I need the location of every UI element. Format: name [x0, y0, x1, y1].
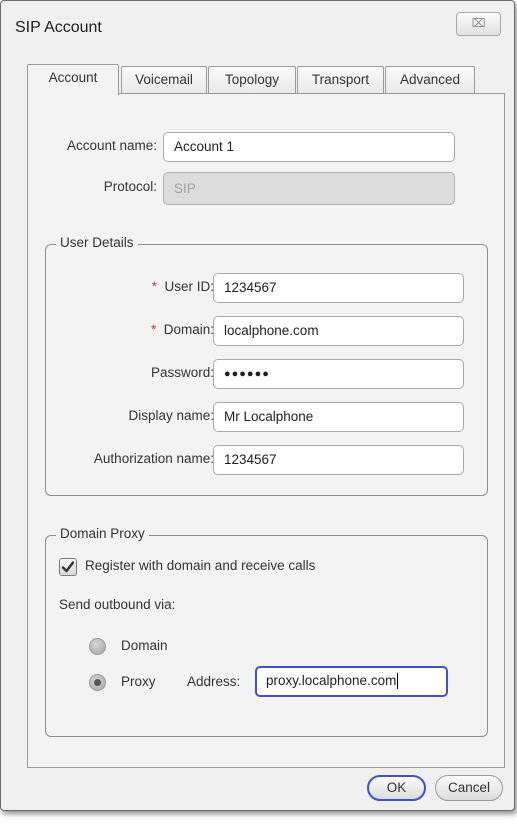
radio-domain-label: Domain: [121, 638, 168, 653]
domain-proxy-group: Domain Proxy Register with domain and re…: [45, 526, 488, 737]
domain-label: * Domain:: [151, 322, 214, 337]
checkmark-icon: [61, 561, 75, 573]
cancel-button[interactable]: Cancel: [435, 775, 503, 801]
ok-button[interactable]: OK: [367, 775, 426, 801]
authorization-name-input[interactable]: 1234567: [213, 445, 464, 475]
protocol-label: Protocol:: [103, 179, 157, 194]
window-title: SIP Account: [15, 19, 102, 36]
password-label: Password:: [150, 365, 214, 380]
user-id-label: * User ID:: [152, 279, 214, 294]
domain-input[interactable]: localphone.com: [213, 316, 464, 346]
domain-label-text: Domain:: [163, 322, 214, 337]
tab-topology[interactable]: Topology: [208, 66, 296, 93]
user-details-legend: User Details: [56, 235, 138, 250]
send-outbound-label: Send outbound via:: [59, 597, 176, 612]
tab-advanced[interactable]: Advanced: [385, 66, 475, 93]
proxy-address-input[interactable]: proxy.localphone.com: [255, 666, 448, 697]
radio-domain[interactable]: [89, 638, 106, 655]
register-label: Register with domain and receive calls: [85, 558, 316, 573]
protocol-field: SIP: [163, 172, 455, 205]
tab-voicemail[interactable]: Voicemail: [121, 66, 207, 93]
radio-selected-dot: [94, 679, 101, 686]
user-details-group: User Details * User ID: 1234567 * Domain…: [45, 235, 488, 496]
proxy-address-value: proxy.localphone.com: [266, 673, 397, 688]
sip-account-dialog: SIP Account ⌧ Account Voicemail Topology…: [0, 0, 515, 811]
authorization-name-label: Authorization name:: [93, 451, 214, 466]
display-name-input[interactable]: Mr Localphone: [213, 402, 464, 432]
address-label: Address:: [187, 674, 241, 689]
tab-account[interactable]: Account: [27, 64, 119, 95]
account-tab-panel: Account name: Account 1 Protocol: SIP Us…: [27, 93, 505, 768]
close-button[interactable]: ⌧: [456, 12, 501, 36]
account-name-input[interactable]: Account 1: [163, 132, 455, 162]
title-bar: SIP Account ⌧: [1, 1, 514, 63]
account-name-label: Account name:: [66, 138, 157, 153]
required-marker: *: [150, 322, 157, 337]
password-input[interactable]: ●●●●●●: [213, 359, 464, 389]
close-icon: ⌧: [471, 16, 486, 30]
user-id-input[interactable]: 1234567: [213, 273, 464, 303]
tab-transport[interactable]: Transport: [297, 66, 384, 93]
display-name-label: Display name:: [128, 408, 214, 423]
domain-proxy-legend: Domain Proxy: [56, 526, 149, 541]
radio-proxy-label: Proxy: [121, 674, 156, 689]
user-id-label-text: User ID:: [164, 279, 214, 294]
register-checkbox[interactable]: [59, 558, 77, 576]
text-caret: [397, 673, 399, 690]
required-marker: *: [151, 279, 157, 294]
radio-proxy[interactable]: [89, 674, 106, 691]
